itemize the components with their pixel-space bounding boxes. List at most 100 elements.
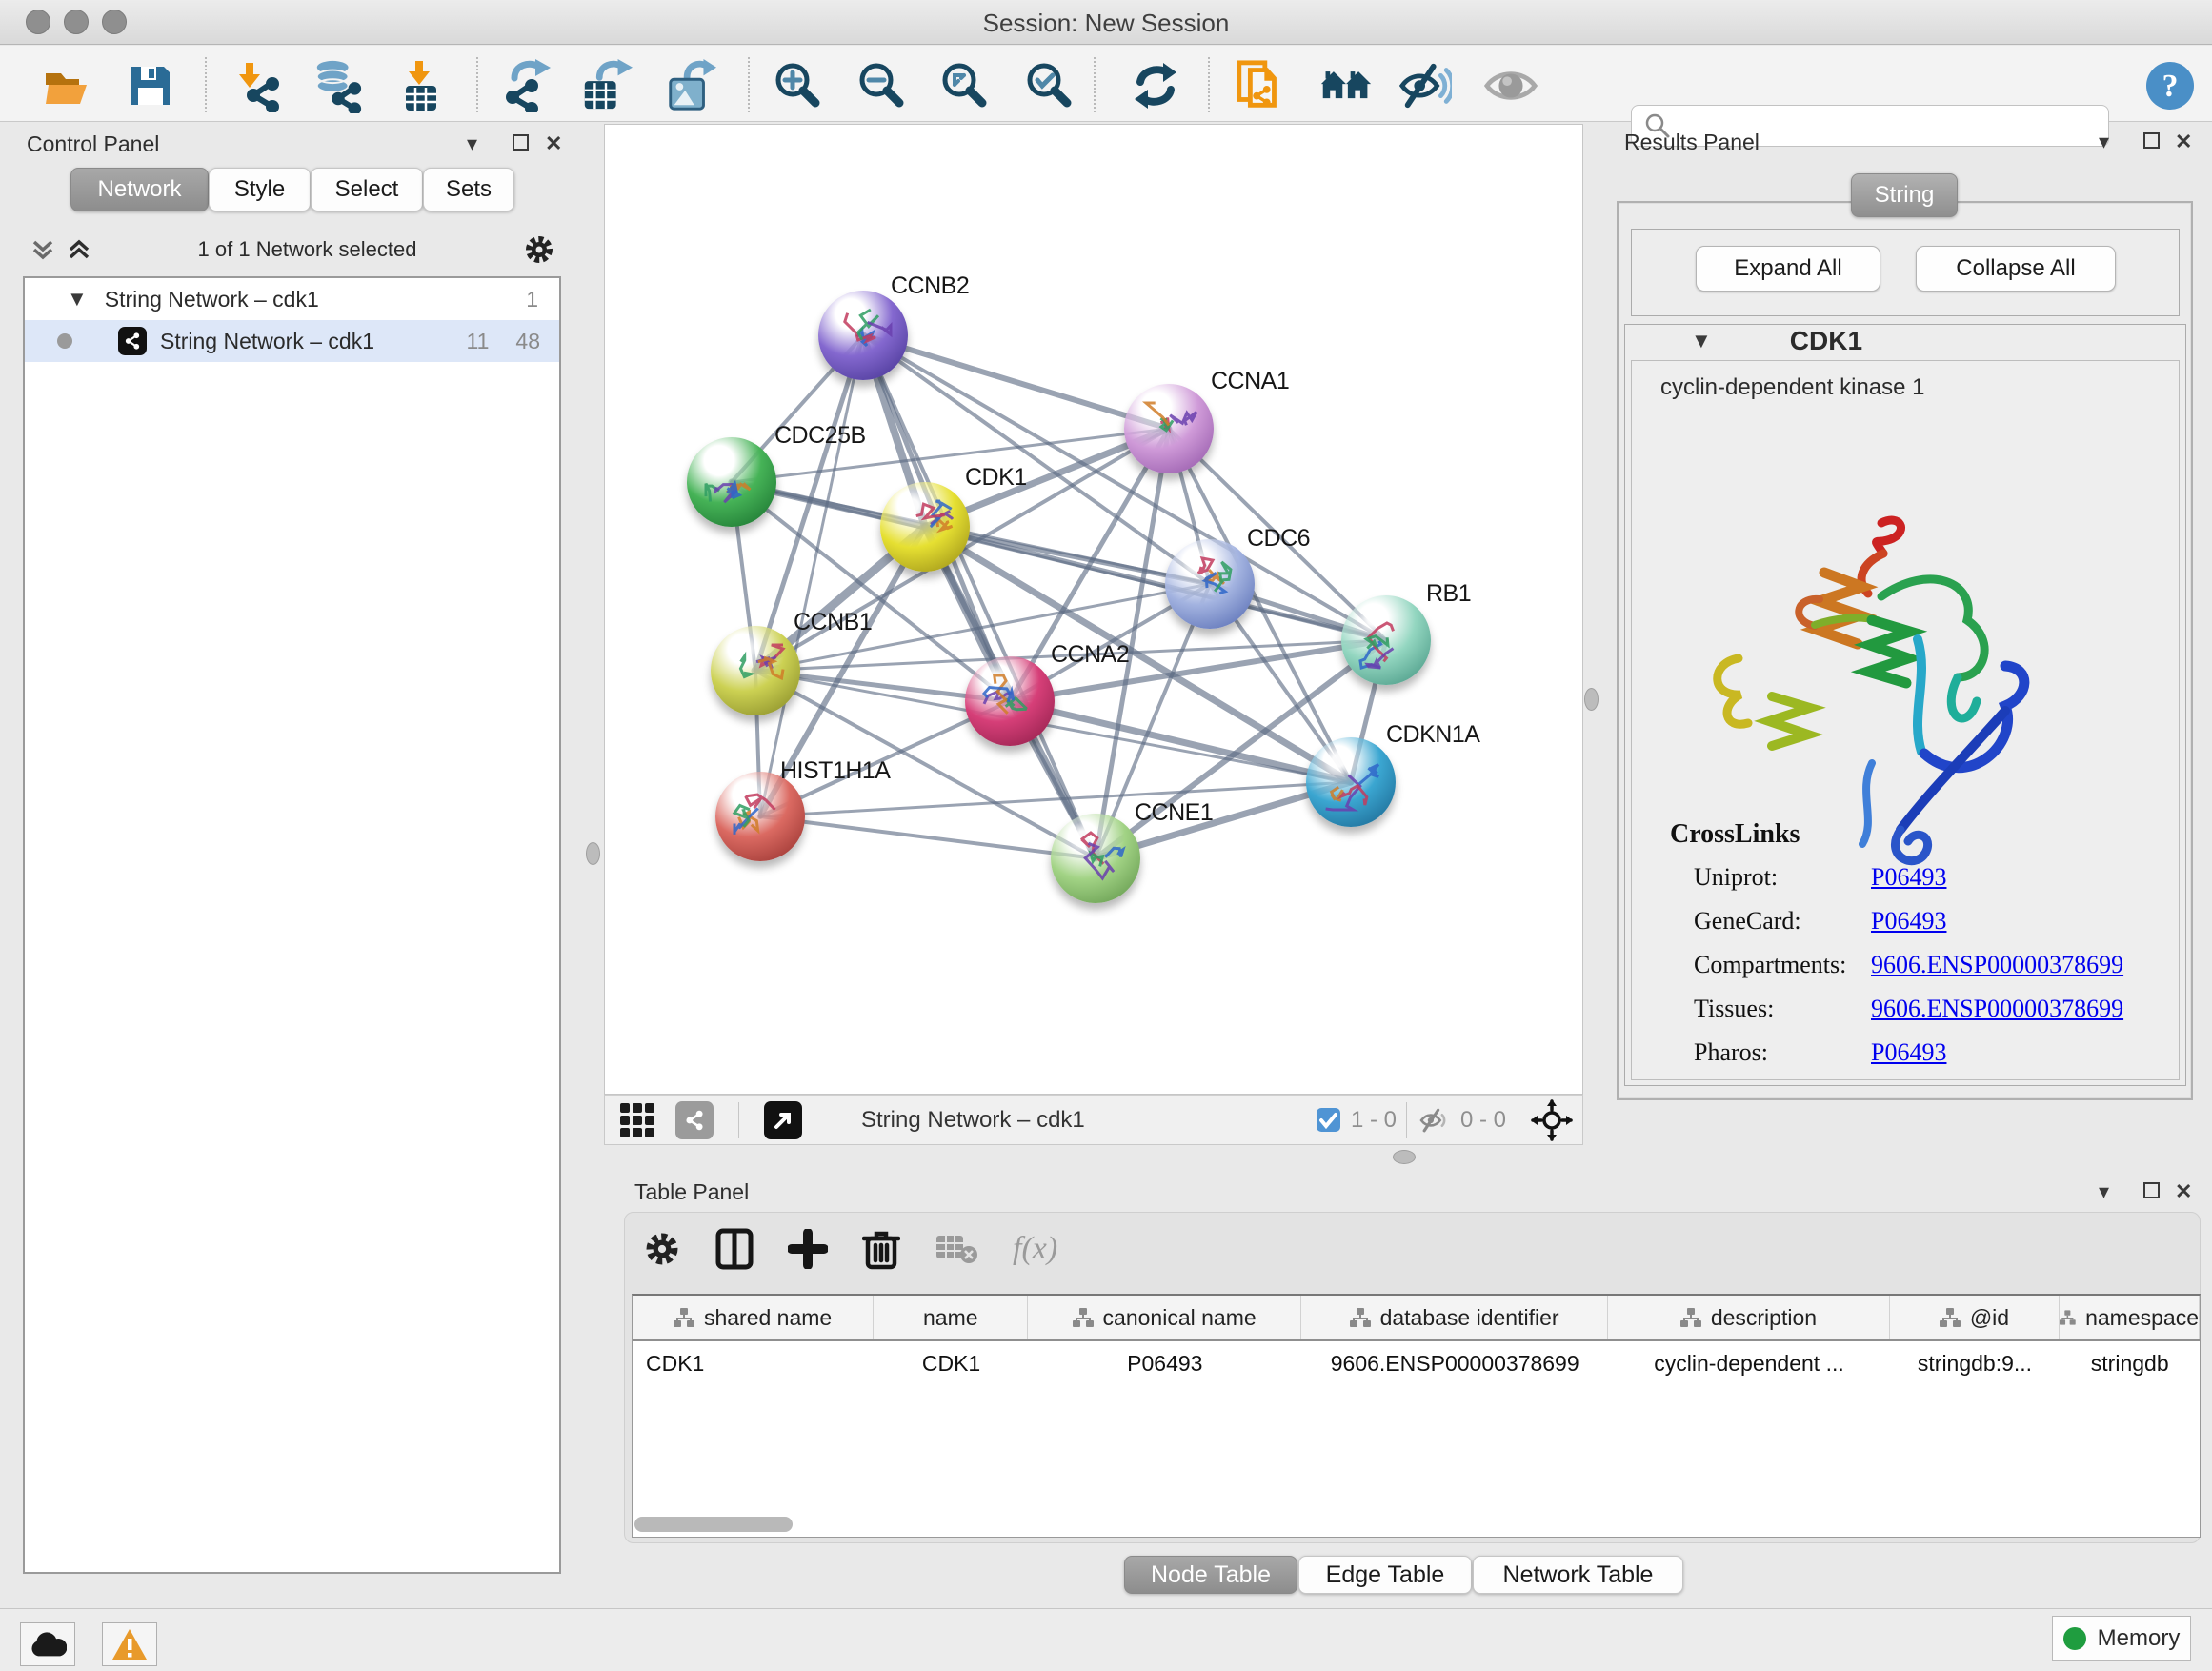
left-splitter-handle[interactable]: [586, 842, 600, 865]
collection-expander-icon[interactable]: ▼: [67, 287, 88, 312]
string-view-icon[interactable]: [675, 1101, 714, 1139]
crosslink-link[interactable]: P06493: [1871, 1038, 1946, 1067]
column-header-description[interactable]: description: [1608, 1296, 1889, 1339]
network-node-CDKN1A[interactable]: [1306, 737, 1396, 827]
horizontal-splitter-handle[interactable]: [1393, 1150, 1416, 1164]
expand-all-button[interactable]: Expand All: [1696, 246, 1880, 292]
table-cell[interactable]: CDK1: [874, 1341, 1028, 1385]
right-splitter-handle[interactable]: [1584, 688, 1599, 711]
tab-style[interactable]: Style: [209, 168, 311, 211]
string-home-icon[interactable]: [1319, 59, 1373, 112]
export-table-icon[interactable]: [579, 59, 633, 112]
column-header-database-identifier[interactable]: database identifier: [1301, 1296, 1609, 1339]
crosslink-link[interactable]: 9606.ENSP00000378699: [1871, 995, 2123, 1023]
zoom-out-icon[interactable]: [855, 59, 909, 112]
column-header--id[interactable]: @id: [1890, 1296, 2061, 1339]
zoom-selected-icon[interactable]: [1023, 59, 1076, 112]
table-cell[interactable]: CDK1: [633, 1341, 874, 1385]
tab-edge-table[interactable]: Edge Table: [1298, 1556, 1472, 1594]
function-builder-icon[interactable]: f(x): [1013, 1231, 1057, 1267]
network-node-HIST1H1A[interactable]: [715, 772, 805, 861]
control-panel-float-icon[interactable]: [513, 134, 529, 151]
tab-select[interactable]: Select: [311, 168, 423, 211]
table-cell[interactable]: P06493: [1029, 1341, 1301, 1385]
results-panel-menu-icon[interactable]: ▾: [2099, 130, 2109, 154]
network-node-CCNA1[interactable]: [1124, 384, 1214, 473]
memory-button[interactable]: Memory: [2052, 1616, 2191, 1661]
control-panel-menu-icon[interactable]: ▾: [467, 131, 477, 156]
crosslink-link[interactable]: 9606.ENSP00000378699: [1871, 951, 2123, 979]
table-cell[interactable]: 9606.ENSP00000378699: [1301, 1341, 1608, 1385]
tab-node-table[interactable]: Node Table: [1124, 1556, 1297, 1594]
table-panel-close-icon[interactable]: ✕: [2175, 1179, 2192, 1204]
hide-graphics-details-icon[interactable]: [1398, 59, 1452, 112]
table-settings-icon[interactable]: [643, 1230, 681, 1268]
tab-network-table[interactable]: Network Table: [1473, 1556, 1683, 1594]
results-panel-float-icon[interactable]: [2143, 132, 2160, 149]
table-cell[interactable]: cyclin-dependent ...: [1608, 1341, 1889, 1385]
delete-column-icon[interactable]: [862, 1227, 900, 1271]
table-cell[interactable]: stringdb:9...: [1890, 1341, 2061, 1385]
hidden-eye-icon[interactable]: [1417, 1107, 1451, 1134]
export-network-icon[interactable]: [499, 59, 553, 112]
warning-button[interactable]: [102, 1622, 157, 1666]
network-canvas[interactable]: CCNB2CCNA1CDC25BCDK1CDC6RB1CCNB1CCNA2CDK…: [604, 124, 1583, 1095]
network-edge-HIST1H1A-CCNE1[interactable]: [760, 816, 1096, 858]
network-node-CDC25B[interactable]: [687, 437, 776, 527]
table-cell[interactable]: stringdb: [2060, 1341, 2200, 1385]
split-table-icon[interactable]: [715, 1228, 754, 1270]
view-grid-icon[interactable]: [620, 1103, 654, 1137]
network-node-RB1[interactable]: [1341, 595, 1431, 685]
collapse-all-icon[interactable]: [30, 236, 55, 263]
control-panel-close-icon[interactable]: ✕: [545, 131, 562, 156]
import-network-database-icon[interactable]: [311, 59, 364, 112]
tab-string[interactable]: String: [1851, 173, 1958, 217]
results-panel-close-icon[interactable]: ✕: [2175, 130, 2192, 154]
selected-checkbox-icon[interactable]: [1316, 1107, 1341, 1133]
tab-network[interactable]: Network: [70, 168, 209, 211]
network-node-CCNB1[interactable]: [711, 626, 800, 715]
table-panel-float-icon[interactable]: [2143, 1182, 2160, 1198]
table-horizontal-scrollbar[interactable]: [634, 1517, 793, 1532]
gene-expander-icon[interactable]: ▼: [1691, 329, 1712, 353]
column-header-name[interactable]: name: [874, 1296, 1028, 1339]
save-session-icon[interactable]: [124, 59, 177, 112]
expand-all-icon[interactable]: [67, 236, 91, 263]
column-header-namespace[interactable]: namespace: [2060, 1296, 2200, 1339]
help-icon[interactable]: ?: [2143, 59, 2197, 112]
network-options-gear-icon[interactable]: [523, 233, 555, 266]
import-table-file-icon[interactable]: [394, 59, 448, 112]
zoom-fit-icon[interactable]: [938, 59, 992, 112]
gene-header-row[interactable]: ▼ CDK1: [1624, 324, 2186, 358]
open-session-icon[interactable]: [40, 59, 93, 112]
network-edge-CCNB2-CCNA1[interactable]: [863, 335, 1169, 429]
crosslink-link[interactable]: P06493: [1871, 863, 1946, 892]
network-collection-row[interactable]: ▼ String Network – cdk1 1: [25, 278, 559, 320]
network-edge-CCNB2-CCNE1[interactable]: [863, 335, 1096, 858]
network-node-CDC6[interactable]: [1165, 539, 1255, 629]
network-edge-CCNB2-HIST1H1A[interactable]: [760, 335, 863, 816]
crosslink-link[interactable]: P06493: [1871, 907, 1946, 936]
export-image-icon[interactable]: [663, 59, 716, 112]
column-header-shared-name[interactable]: shared name: [633, 1296, 874, 1339]
cloud-button[interactable]: [20, 1622, 75, 1666]
network-node-CCNE1[interactable]: [1051, 814, 1140, 903]
share-file-icon[interactable]: [1234, 59, 1287, 112]
network-node-CDK1[interactable]: [880, 482, 970, 572]
refresh-view-icon[interactable]: [1129, 59, 1182, 112]
table-panel-menu-icon[interactable]: ▾: [2099, 1179, 2109, 1204]
zoom-in-icon[interactable]: [772, 59, 825, 112]
add-column-icon[interactable]: [788, 1229, 828, 1269]
tab-sets[interactable]: Sets: [423, 168, 514, 211]
network-node-CCNA2[interactable]: [965, 656, 1055, 746]
birdseye-view-icon[interactable]: [1484, 59, 1538, 112]
import-network-file-icon[interactable]: [232, 59, 286, 112]
network-node-CCNB2[interactable]: [818, 291, 908, 380]
detach-view-icon[interactable]: [764, 1101, 802, 1139]
delete-table-icon[interactable]: [935, 1232, 978, 1266]
table-row[interactable]: CDK1CDK1P064939606.ENSP00000378699cyclin…: [633, 1341, 2200, 1385]
column-header-canonical-name[interactable]: canonical name: [1028, 1296, 1300, 1339]
collapse-all-button[interactable]: Collapse All: [1916, 246, 2116, 292]
fit-selected-crosshair-icon[interactable]: [1531, 1099, 1573, 1141]
network-row[interactable]: String Network – cdk1 11 48: [25, 320, 559, 362]
